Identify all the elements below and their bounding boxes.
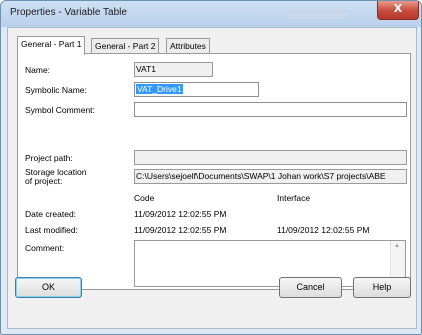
scroll-up-icon[interactable]: ▲ (394, 243, 400, 249)
storage-location-label-line2: of project: (25, 176, 63, 186)
background-window-title (287, 9, 349, 19)
properties-dialog: Properties - Variable Table X General - … (0, 0, 422, 335)
tab-label: General - Part 2 (95, 41, 156, 51)
interface-column-header: Interface (277, 193, 311, 203)
tab-general-part-2[interactable]: General - Part 2 (91, 38, 160, 54)
last-modified-interface: 11/09/2012 12:02:55 PM (277, 225, 370, 235)
help-button-label: Help (372, 282, 392, 292)
cancel-button[interactable]: Cancel (279, 277, 342, 298)
last-modified-label: Last modified: (25, 225, 78, 235)
ok-button[interactable]: OK (15, 277, 82, 298)
tab-attributes[interactable]: Attributes (166, 38, 210, 54)
ok-button-label: OK (41, 282, 55, 292)
dialog-title: Properties - Variable Table (10, 7, 127, 18)
storage-location-value: C:\Users\sejoelf\Documents\SWAP\1 Johan … (136, 171, 386, 181)
help-button[interactable]: Help (353, 277, 411, 298)
symbolic-name-value: VAT_Drive1 (136, 84, 183, 94)
code-column-header: Code (134, 193, 155, 203)
name-value: VAT1 (136, 64, 156, 74)
symbolic-name-input[interactable]: VAT_Drive1 (134, 82, 259, 97)
close-icon: X (393, 2, 403, 15)
name-label: Name: (25, 65, 51, 75)
title-bar[interactable]: Properties - Variable Table X (1, 1, 421, 27)
project-path-label: Project path: (25, 153, 73, 163)
date-created-label: Date created: (25, 209, 77, 219)
date-created-code: 11/09/2012 12:02:55 PM (134, 209, 227, 219)
tab-label: General - Part 1 (21, 39, 82, 49)
cancel-button-label: Cancel (296, 282, 325, 292)
symbol-comment-label: Symbol Comment: (25, 105, 95, 115)
tab-label: Attributes (170, 41, 206, 51)
storage-location-field: C:\Users\sejoelf\Documents\SWAP\1 Johan … (134, 169, 407, 184)
symbol-comment-input[interactable] (134, 102, 407, 117)
tab-panel: Name: VAT1 Symbolic Name: VAT_Drive1 Sym… (17, 53, 411, 290)
tab-general-part-1[interactable]: General - Part 1 (17, 36, 86, 55)
project-path-field (134, 150, 407, 165)
symbolic-name-label: Symbolic Name: (25, 85, 87, 95)
close-button[interactable]: X (377, 1, 419, 20)
last-modified-code: 11/09/2012 12:02:55 PM (134, 225, 227, 235)
name-field: VAT1 (134, 62, 213, 77)
comment-label: Comment: (25, 243, 65, 253)
